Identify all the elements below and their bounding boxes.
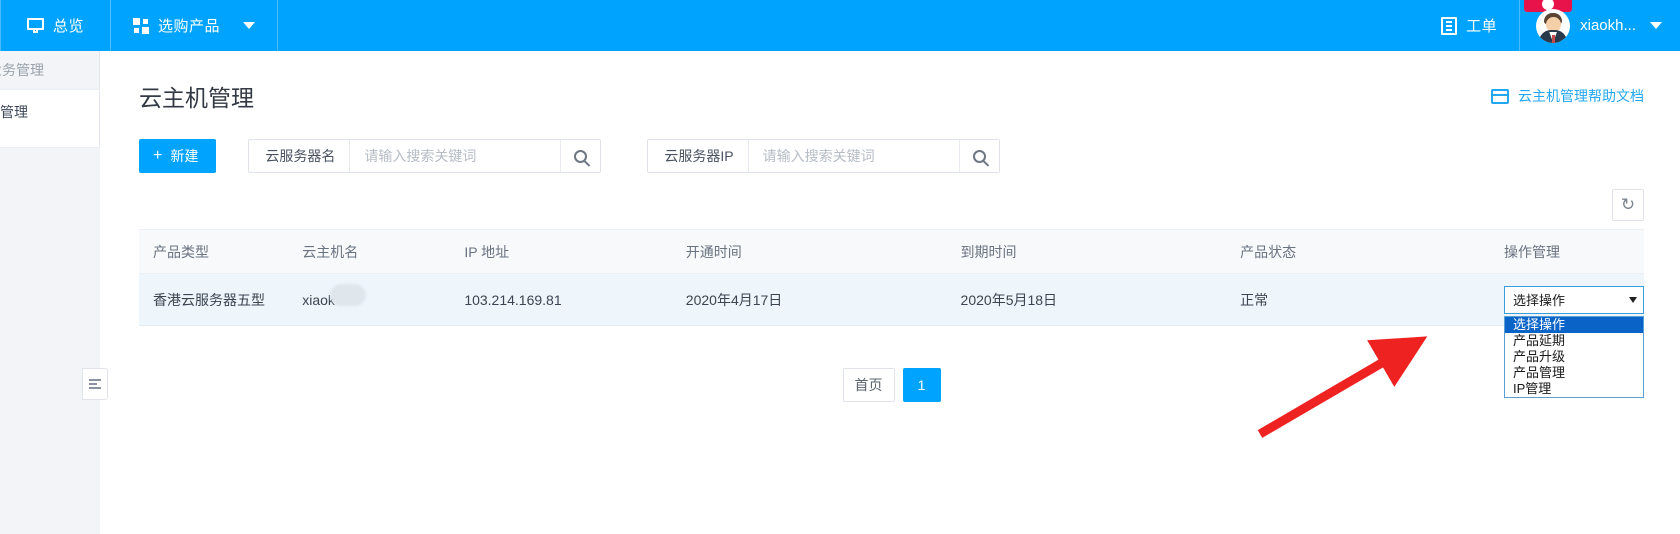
search-by-name-group: 云服务器名 [248, 139, 602, 173]
table-header-row: 产品类型 云主机名 IP 地址 开通时间 到期时间 产品状态 操作管理 [139, 229, 1644, 274]
redaction-mask [330, 283, 367, 306]
operation-select[interactable]: 选择操作 [1504, 285, 1644, 314]
cell-open-time: 2020年4月17日 [671, 273, 947, 326]
search-by-ip-label: 云服务器IP [648, 140, 749, 172]
sidebar: 业务管理 机管理 [0, 51, 100, 534]
sidebar-group-label: 业务管理 [0, 62, 44, 78]
top-navigation-bar: 总览 选购产品 工单 xiaokh... [0, 0, 1680, 51]
column-ip-address: IP 地址 [450, 229, 672, 274]
page-header: 云主机管理 云主机管理帮助文档 [101, 51, 1680, 113]
column-open-time: 开通时间 [671, 229, 947, 274]
table-body: 香港云服务器五型 xiaok 103.214.169.81 2020年4月17日… [139, 273, 1644, 398]
main-content: 云主机管理 云主机管理帮助文档 + 新建 云服务器名 云服务器IP ↻ [101, 51, 1680, 534]
cloud-host-table: 产品类型 云主机名 IP 地址 开通时间 到期时间 产品状态 操作管理 香港云服… [139, 229, 1644, 398]
sidebar-sub-panel [0, 147, 100, 534]
host-name-value-wrapper: xiaok [302, 283, 367, 308]
chevron-down-icon [1650, 22, 1662, 29]
create-new-button[interactable]: + 新建 [139, 139, 217, 173]
refresh-button[interactable]: ↻ [1612, 189, 1644, 221]
search-by-ip-input[interactable] [748, 140, 959, 172]
search-by-ip-button[interactable] [958, 140, 999, 172]
help-doc-link-label: 云主机管理帮助文档 [1518, 88, 1644, 104]
sidebar-collapse-toggle[interactable] [82, 368, 108, 400]
pagination: 首页 1 [139, 326, 1644, 402]
nav-item-tickets-label: 工单 [1466, 18, 1498, 35]
cell-operations: 选择操作 选择操作 产品延期 产品升级 产品管理 IP管理 [1490, 273, 1644, 398]
help-doc-link[interactable]: 云主机管理帮助文档 [1491, 86, 1644, 106]
refresh-icon: ↻ [1620, 195, 1636, 214]
top-nav-left-group: 总览 选购产品 [0, 0, 279, 51]
nav-item-overview-label: 总览 [53, 18, 85, 35]
user-name-label: xiaokh... [1580, 17, 1636, 34]
column-host-name: 云主机名 [288, 229, 451, 274]
folder-icon [1491, 88, 1509, 104]
operation-option-4[interactable]: IP管理 [1505, 381, 1643, 397]
cell-product-status: 正常 [1226, 273, 1490, 326]
search-by-name-button[interactable] [560, 140, 601, 172]
search-by-ip-group: 云服务器IP [647, 139, 1000, 173]
nav-item-overview[interactable]: 总览 [0, 0, 112, 51]
operation-option-0[interactable]: 选择操作 [1505, 317, 1643, 333]
document-icon [1441, 16, 1458, 35]
pagination-first-page[interactable]: 首页 [842, 368, 895, 402]
cell-expire-time: 2020年5月18日 [946, 273, 1227, 326]
operation-option-3[interactable]: 产品管理 [1505, 365, 1643, 381]
cell-ip-address: 103.214.169.81 [450, 273, 672, 326]
grid-icon [133, 17, 150, 34]
chevron-down-icon [243, 22, 256, 29]
search-icon [574, 149, 588, 163]
sidebar-item-label: 机管理 [0, 104, 28, 120]
toolbar: + 新建 云服务器名 云服务器IP [101, 113, 1680, 173]
column-operations: 操作管理 [1490, 229, 1644, 274]
sidebar-item-host-management[interactable]: 机管理 [0, 90, 99, 134]
user-menu[interactable]: xiaokh... [1520, 0, 1680, 51]
nav-item-buy-products-label: 选购产品 [158, 18, 221, 35]
column-product-status: 产品状态 [1226, 229, 1490, 274]
operation-option-1[interactable]: 产品延期 [1505, 333, 1643, 349]
create-new-button-label: 新建 [170, 148, 199, 164]
column-product-type: 产品类型 [139, 229, 289, 274]
table-header: 产品类型 云主机名 IP 地址 开通时间 到期时间 产品状态 操作管理 [139, 229, 1644, 274]
search-by-name-label: 云服务器名 [249, 140, 351, 172]
table-container: 产品类型 云主机名 IP 地址 开通时间 到期时间 产品状态 操作管理 香港云服… [101, 221, 1680, 402]
monitor-icon [27, 18, 44, 33]
operation-select-value: 选择操作 [1513, 293, 1566, 308]
plus-icon: + [153, 147, 163, 164]
avatar [1536, 8, 1571, 43]
pagination-page-1[interactable]: 1 [902, 368, 941, 402]
sidebar-group-business: 业务管理 [0, 51, 99, 90]
top-nav-right-group: 工单 xiaokh... [1419, 0, 1680, 51]
nav-item-buy-products[interactable]: 选购产品 [111, 0, 279, 51]
cell-product-type: 香港云服务器五型 [139, 273, 289, 326]
nav-item-tickets[interactable]: 工单 [1419, 0, 1521, 51]
column-expire-time: 到期时间 [946, 229, 1227, 274]
cell-host-name: xiaok [288, 273, 451, 326]
top-nav-spacer [278, 0, 1419, 51]
hamburger-icon [89, 379, 101, 389]
operation-option-2[interactable]: 产品升级 [1505, 349, 1643, 365]
operation-select-dropdown[interactable]: 选择操作 产品延期 产品升级 产品管理 IP管理 [1504, 316, 1644, 398]
page-title: 云主机管理 [139, 85, 254, 111]
search-by-name-input[interactable] [350, 140, 561, 172]
chevron-down-icon [1629, 296, 1637, 303]
search-icon [972, 149, 986, 163]
table-row: 香港云服务器五型 xiaok 103.214.169.81 2020年4月17日… [139, 273, 1644, 398]
refresh-row: ↻ [101, 173, 1680, 221]
